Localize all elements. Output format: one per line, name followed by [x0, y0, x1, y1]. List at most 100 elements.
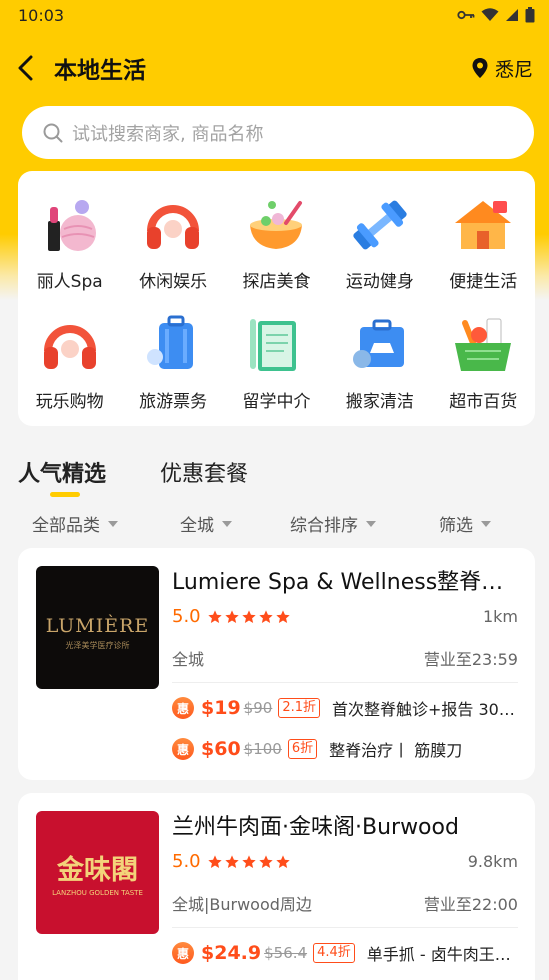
filter-area[interactable]: 全城: [180, 511, 232, 536]
filter-category[interactable]: 全部品类: [32, 511, 118, 536]
category-label: 休闲娱乐: [139, 272, 208, 292]
shop-card[interactable]: 金味閣 LANZHOU GOLDEN TASTE 兰州牛肉面·金味阁·Burwo…: [18, 793, 535, 980]
tab-deals[interactable]: 优惠套餐: [160, 456, 248, 488]
filter-label: 全部品类: [32, 516, 100, 536]
category-label: 丽人Spa: [36, 272, 103, 292]
tab-popular[interactable]: 人气精选: [18, 456, 106, 488]
star-icon: [241, 854, 256, 868]
key-icon: [457, 9, 475, 21]
category-fitness[interactable]: 运动健身: [328, 183, 431, 303]
deal-description: 单手抓 - 卤牛肉王…: [366, 945, 511, 964]
content-tabs: 人气精选 优惠套餐: [0, 450, 549, 500]
category-spa[interactable]: 丽人Spa: [18, 183, 121, 303]
dumbbell-icon: [353, 200, 407, 250]
shop-name: 兰州牛肉面·金味阁·Burwood: [172, 815, 459, 840]
category-grid-card: 丽人Spa 休闲娱乐 探店美食 运动健身 便捷生活 玩乐购物 旅游票务 留学中介…: [18, 171, 535, 426]
shop-logo-text: LUMIÈRE: [46, 614, 150, 637]
star-icon: [224, 854, 239, 868]
category-food[interactable]: 探店美食: [225, 183, 328, 303]
search-icon: [43, 123, 63, 142]
star-icon: [241, 609, 256, 623]
category-travel[interactable]: 旅游票务: [121, 303, 224, 423]
status-time: 10:03: [18, 5, 65, 25]
wifi-icon: [481, 8, 499, 22]
star-icon: [275, 854, 290, 868]
location-selector[interactable]: 悉尼: [471, 55, 533, 82]
shop-logo-subtitle: 光泽美学医疗诊所: [66, 640, 130, 650]
grocery-basket-icon: [455, 318, 512, 371]
opening-hours: 营业至23:59: [423, 650, 518, 669]
notebook-icon: [250, 319, 297, 371]
deal-description: 整脊治疗丨 筋膜刀: [329, 741, 463, 760]
page-title: 本地生活: [54, 58, 146, 84]
category-label: 超市百货: [449, 392, 518, 412]
caret-down-icon: [481, 520, 491, 527]
distance: 9.8km: [467, 852, 518, 871]
search-placeholder: 试试搜索商家, 商品名称: [72, 123, 264, 145]
deal-description: 首次整脊触诊+报告 30…: [332, 700, 515, 719]
back-button[interactable]: [16, 48, 48, 88]
shop-logo-subtitle: LANZHOU GOLDEN TASTE: [52, 889, 143, 897]
deal-badge: 惠: [172, 738, 194, 760]
opening-hours: 营业至22:00: [423, 895, 518, 914]
rating-value: 5.0: [172, 606, 201, 627]
deal-original-price: $56.4: [264, 944, 308, 962]
deal-original-price: $100: [243, 740, 282, 758]
chevron-left-icon: [18, 55, 33, 81]
caret-down-icon: [108, 520, 118, 527]
deal-discount: 6折: [287, 739, 318, 759]
area-row: 全城 营业至23:59: [172, 646, 518, 670]
deal-row[interactable]: 惠 $19 $90 2.1折 首次整脊触诊+报告 30…: [172, 693, 518, 723]
filter-sort[interactable]: 综合排序: [290, 511, 376, 536]
star-icon: [224, 609, 239, 623]
rating-row: 5.0 1km: [172, 606, 518, 627]
shop-area: 全城: [172, 650, 205, 669]
house-icon: [455, 201, 512, 249]
star-icon: [207, 854, 222, 868]
divider: [172, 927, 518, 928]
battery-icon: [525, 7, 535, 23]
caret-down-icon: [366, 520, 376, 527]
food-bowl-icon: [250, 201, 303, 249]
filter-label: 综合排序: [290, 516, 358, 536]
caret-down-icon: [222, 520, 232, 527]
deal-row[interactable]: 惠 $60 $100 6折 整脊治疗丨 筋膜刀: [172, 734, 518, 764]
headphones-icon: [43, 325, 96, 369]
star-icon: [258, 854, 273, 868]
deal-original-price: $90: [243, 699, 273, 717]
deal-price: $19: [201, 697, 241, 719]
category-leisure[interactable]: 休闲娱乐: [121, 183, 224, 303]
category-label: 玩乐购物: [35, 392, 104, 412]
category-moving-cleaning[interactable]: 搬家清洁: [328, 303, 431, 423]
distance: 1km: [482, 607, 518, 626]
category-shopping[interactable]: 玩乐购物: [18, 303, 121, 423]
shop-image: LUMIÈRE 光泽美学医疗诊所: [36, 566, 159, 689]
category-supermarket[interactable]: 超市百货: [432, 303, 535, 423]
search-input[interactable]: 试试搜索商家, 商品名称: [22, 106, 534, 159]
filter-more[interactable]: 筛选: [439, 511, 491, 536]
nav-bar: 本地生活 悉尼: [0, 44, 549, 92]
divider: [172, 682, 518, 683]
filter-bar: 全部品类 全城 综合排序 筛选: [0, 505, 549, 541]
deal-discount: 2.1折: [278, 698, 320, 718]
rating-value: 5.0: [172, 851, 201, 872]
rating-row: 5.0 9.8km: [172, 851, 518, 872]
deal-row[interactable]: 惠 $24.9 $56.4 4.4折 单手抓 - 卤牛肉王…: [172, 938, 518, 968]
area-row: 全城|Burwood周边 营业至22:00: [172, 891, 518, 915]
category-study-abroad[interactable]: 留学中介: [225, 303, 328, 423]
deal-badge: 惠: [172, 697, 194, 719]
category-convenience[interactable]: 便捷生活: [432, 183, 535, 303]
status-bar: 10:03: [0, 0, 549, 30]
star-icon: [207, 609, 222, 623]
shop-image: 金味閣 LANZHOU GOLDEN TASTE: [36, 811, 159, 934]
deal-badge: 惠: [172, 942, 194, 964]
star-icon: [275, 609, 290, 623]
headphones-icon: [147, 205, 200, 249]
deal-price: $60: [201, 738, 241, 760]
shop-name: Lumiere Spa & Wellness整脊美…: [172, 570, 520, 595]
category-label: 便捷生活: [449, 272, 518, 292]
category-label: 运动健身: [345, 272, 414, 292]
shop-card[interactable]: LUMIÈRE 光泽美学医疗诊所 Lumiere Spa & Wellness整…: [18, 548, 535, 780]
filter-label: 全城: [180, 516, 214, 536]
star-rating: [207, 854, 291, 870]
